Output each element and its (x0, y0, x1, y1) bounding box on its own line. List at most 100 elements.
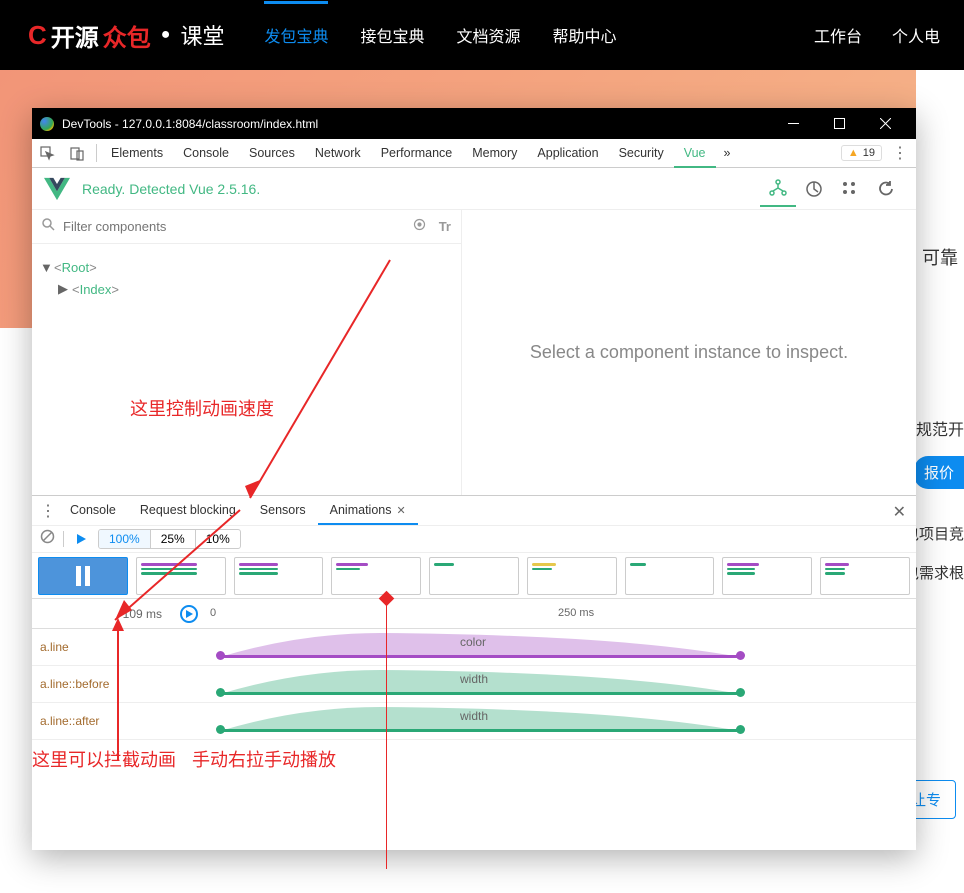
animation-groups (32, 553, 916, 599)
annotation-intercept: 这里可以拦截动画 (32, 746, 176, 772)
site-logo[interactable]: C 开源 众包 ● 课堂 (28, 18, 224, 53)
animation-group-5[interactable] (429, 557, 519, 595)
animation-group-8[interactable] (722, 557, 812, 595)
speed-group: 100% 25% 10% (98, 529, 241, 549)
devtools-menu-icon[interactable]: ⋮ (890, 143, 910, 163)
anim-row-label: a.line::before (32, 677, 220, 691)
vue-inspect-placeholder: Select a component instance to inspect. (530, 342, 848, 363)
device-toolbar-icon[interactable] (62, 146, 92, 161)
tab-network[interactable]: Network (305, 139, 371, 168)
tab-console[interactable]: Console (173, 139, 239, 168)
nav-items: 发包宝典 接包宝典 文档资源 帮助中心 (264, 1, 616, 69)
playhead[interactable] (386, 599, 387, 869)
animation-group-9[interactable] (820, 557, 910, 595)
anim-row-1[interactable]: a.line color (32, 629, 916, 666)
nav-profile[interactable]: 个人电 (892, 23, 940, 47)
anim-row-track[interactable]: width (220, 666, 916, 702)
drawer-close-icon[interactable]: ✕ (893, 502, 906, 522)
drawer-tab-console[interactable]: Console (58, 496, 128, 525)
animation-group-3[interactable] (234, 557, 324, 595)
tab-performance[interactable]: Performance (371, 139, 463, 168)
anim-prop-label: color (460, 635, 486, 649)
drawer-menu-icon[interactable]: ⋮ (38, 501, 58, 521)
filter-components-input[interactable] (63, 219, 400, 234)
vue-vuex-icon[interactable] (796, 171, 832, 207)
tab-vue[interactable]: Vue (674, 139, 716, 168)
vue-panel-body: Tr ▼ <Root> ▶ <Index> Select a component… (32, 210, 916, 495)
nav-item-docs[interactable]: 文档资源 (457, 1, 521, 69)
vue-refresh-icon[interactable] (868, 171, 904, 207)
inspect-element-icon[interactable] (32, 146, 62, 161)
drawer-tab-request-blocking[interactable]: Request blocking (128, 496, 248, 525)
drawer-tab-sensors[interactable]: Sensors (248, 496, 318, 525)
anim-row-track[interactable]: color (220, 629, 916, 665)
animation-group-7[interactable] (625, 557, 715, 595)
tab-sources[interactable]: Sources (239, 139, 305, 168)
tabs-overflow-icon[interactable]: » (716, 146, 739, 160)
tree-row-root[interactable]: ▼ <Root> (40, 256, 453, 278)
devtools-titlebar[interactable]: DevTools - 127.0.0.1:8084/classroom/inde… (32, 108, 916, 139)
speed-100[interactable]: 100% (99, 530, 150, 548)
timeline-ruler[interactable]: 0 250 ms (210, 599, 916, 628)
animation-group-6[interactable] (527, 557, 617, 595)
anim-prop-label: width (460, 672, 488, 686)
animation-group-1[interactable] (38, 557, 128, 595)
pause-icon (75, 566, 91, 586)
tree-row-index[interactable]: ▶ <Index> (40, 278, 453, 300)
logo-subtitle: 课堂 (180, 19, 224, 51)
logo-text-2: 众包 (103, 18, 151, 53)
logo-text-1: 开源 (51, 18, 99, 53)
anim-row-label: a.line::after (32, 714, 220, 728)
devtools-drawer: ⋮ Console Request blocking Sensors Anima… (32, 495, 916, 850)
nav-item-fabao[interactable]: 发包宝典 (264, 1, 328, 69)
speed-10[interactable]: 10% (195, 530, 240, 548)
pause-animations-button[interactable] (72, 530, 90, 548)
banner-text: 可靠 (916, 238, 964, 276)
tick-250: 250 ms (558, 607, 594, 619)
nav-right: 工作台 个人电 (814, 23, 940, 47)
tab-elements[interactable]: Elements (101, 139, 173, 168)
devtools-tabs: Elements Console Sources Network Perform… (32, 139, 916, 168)
tab-memory[interactable]: Memory (462, 139, 527, 168)
anim-row-track[interactable]: width (220, 703, 916, 739)
animation-group-2[interactable] (136, 557, 226, 595)
target-icon[interactable] (412, 217, 427, 237)
window-minimize-button[interactable] (770, 108, 816, 139)
speed-25[interactable]: 25% (150, 530, 195, 548)
vue-components-icon[interactable] (760, 171, 796, 207)
tree-expand-icon[interactable]: ▼ (40, 260, 54, 275)
tree-expand-icon[interactable]: ▶ (58, 281, 72, 297)
animation-group-4[interactable] (331, 557, 421, 595)
side-quote-button[interactable]: 报价 (914, 456, 964, 489)
vue-logo-icon (44, 176, 70, 202)
drawer-tab-animations[interactable]: Animations ✕ (318, 496, 418, 525)
vue-status-text: Ready. Detected Vue 2.5.16. (82, 181, 760, 197)
animation-rows: a.line color a.line::before width (32, 629, 916, 740)
animations-toolbar: 100% 25% 10% (32, 525, 916, 553)
tab-application[interactable]: Application (527, 139, 608, 168)
anim-row-2[interactable]: a.line::before width (32, 666, 916, 703)
logo-c-icon: C (28, 20, 47, 51)
nav-workbench[interactable]: 工作台 (814, 23, 862, 47)
clear-icon[interactable] (40, 529, 55, 549)
devtools-window: DevTools - 127.0.0.1:8084/classroom/inde… (32, 108, 916, 850)
timeline-play-button[interactable] (180, 605, 198, 623)
tab-security[interactable]: Security (609, 139, 674, 168)
close-tab-icon[interactable]: ✕ (393, 505, 405, 517)
format-icon[interactable]: Tr (439, 219, 451, 234)
nav-item-jiebao[interactable]: 接包宝典 (360, 1, 424, 69)
anim-row-3[interactable]: a.line::after width (32, 703, 916, 740)
animation-timeline-header: 109 ms 0 250 ms (32, 599, 916, 629)
warnings-count: 19 (863, 147, 875, 159)
window-maximize-button[interactable] (816, 108, 862, 139)
anim-prop-label: width (460, 709, 488, 723)
side-text-1: 规范开 (916, 416, 964, 440)
annotation-drag: 手动右拉手动播放 (192, 746, 336, 772)
site-nav: C 开源 众包 ● 课堂 发包宝典 接包宝典 文档资源 帮助中心 工作台 个人电 (0, 0, 964, 70)
vue-panel-header: Ready. Detected Vue 2.5.16. (32, 168, 916, 210)
window-close-button[interactable] (862, 108, 908, 139)
warnings-badge[interactable]: ▲19 (841, 145, 882, 161)
devtools-title: DevTools - 127.0.0.1:8084/classroom/inde… (62, 117, 770, 131)
vue-events-icon[interactable] (832, 171, 868, 207)
nav-item-help[interactable]: 帮助中心 (553, 1, 617, 69)
